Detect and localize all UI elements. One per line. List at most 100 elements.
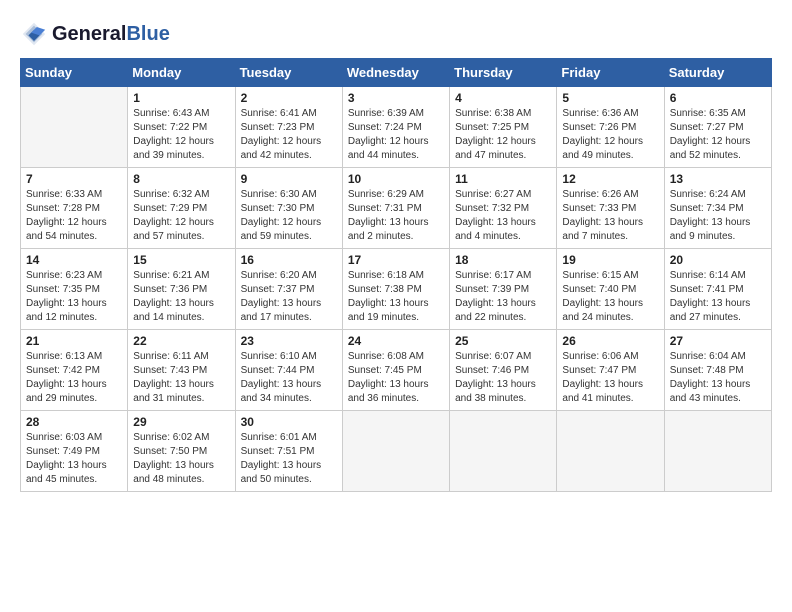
sunset-text: Sunset: 7:28 PM <box>26 202 122 216</box>
cell-info: Sunrise: 6:01 AMSunset: 7:51 PMDaylight:… <box>241 431 337 487</box>
day-number: 30 <box>241 415 337 429</box>
sunset-text: Sunset: 7:25 PM <box>455 121 551 135</box>
sunset-text: Sunset: 7:45 PM <box>348 364 444 378</box>
cell-info: Sunrise: 6:15 AMSunset: 7:40 PMDaylight:… <box>562 269 658 325</box>
sunset-text: Sunset: 7:42 PM <box>26 364 122 378</box>
calendar-cell: 7Sunrise: 6:33 AMSunset: 7:28 PMDaylight… <box>21 168 128 249</box>
logo-text: GeneralBlue <box>52 23 170 46</box>
calendar-cell: 3Sunrise: 6:39 AMSunset: 7:24 PMDaylight… <box>342 87 449 168</box>
logo: GeneralBlue <box>20 20 170 48</box>
sunrise-text: Sunrise: 6:43 AM <box>133 107 229 121</box>
calendar-cell: 16Sunrise: 6:20 AMSunset: 7:37 PMDayligh… <box>235 249 342 330</box>
calendar-cell: 1 Sunrise: 6:43 AMSunset: 7:22 PMDaylight… <box>128 87 235 168</box>
sunset-text: Sunset: 7:35 PM <box>26 283 122 297</box>
daylight-text: Daylight: 13 hours and 2 minutes. <box>348 216 444 244</box>
daylight-text: Daylight: 13 hours and 45 minutes. <box>26 459 122 487</box>
calendar-cell: 9Sunrise: 6:30 AMSunset: 7:30 PMDaylight… <box>235 168 342 249</box>
sunrise-text: Sunrise: 6:39 AM <box>348 107 444 121</box>
sunrise-text: Sunrise: 6:10 AM <box>241 350 337 364</box>
daylight-text: Daylight: 12 hours and 47 minutes. <box>455 135 551 163</box>
day-number: 18 <box>455 253 551 267</box>
day-number: 1 <box>133 91 229 105</box>
sunset-text: Sunset: 7:29 PM <box>133 202 229 216</box>
daylight-text: Daylight: 13 hours and 36 minutes. <box>348 378 444 406</box>
cell-info: Sunrise: 6:41 AMSunset: 7:23 PMDaylight:… <box>241 107 337 163</box>
calendar-cell: 11Sunrise: 6:27 AMSunset: 7:32 PMDayligh… <box>450 168 557 249</box>
day-number: 8 <box>133 172 229 186</box>
sunset-text: Sunset: 7:40 PM <box>562 283 658 297</box>
calendar-cell: 13Sunrise: 6:24 AMSunset: 7:34 PMDayligh… <box>664 168 771 249</box>
calendar-cell: 18 Sunrise: 6:17 AMSunset: 7:39 PMDayligh… <box>450 249 557 330</box>
sunset-text: Sunset: 7:43 PM <box>133 364 229 378</box>
daylight-text: Daylight: 12 hours and 44 minutes. <box>348 135 444 163</box>
calendar-cell <box>450 411 557 492</box>
day-number: 21 <box>26 334 122 348</box>
cell-info: Sunrise: 6:38 AMSunset: 7:25 PMDaylight:… <box>455 107 551 163</box>
sunset-text: Sunset: 7:33 PM <box>562 202 658 216</box>
daylight-text: Daylight: 12 hours and 54 minutes. <box>26 216 122 244</box>
day-header-saturday: Saturday <box>664 59 771 87</box>
cell-info: Sunrise: 6:21 AMSunset: 7:36 PMDaylight:… <box>133 269 229 325</box>
daylight-text: Daylight: 13 hours and 4 minutes. <box>455 216 551 244</box>
calendar-cell: 21 Sunrise: 6:13 AMSunset: 7:42 PMDayligh… <box>21 330 128 411</box>
sunrise-text: Sunrise: 6:11 AM <box>133 350 229 364</box>
sunset-text: Sunset: 7:22 PM <box>133 121 229 135</box>
sunrise-text: Sunrise: 6:14 AM <box>670 269 766 283</box>
day-number: 29 <box>133 415 229 429</box>
day-header-wednesday: Wednesday <box>342 59 449 87</box>
daylight-text: Daylight: 13 hours and 7 minutes. <box>562 216 658 244</box>
sunset-text: Sunset: 7:32 PM <box>455 202 551 216</box>
day-number: 6 <box>670 91 766 105</box>
cell-info: Sunrise: 6:18 AMSunset: 7:38 PMDaylight:… <box>348 269 444 325</box>
cell-info: Sunrise: 6:07 AMSunset: 7:46 PMDaylight:… <box>455 350 551 406</box>
day-number: 25 <box>455 334 551 348</box>
calendar-cell: 12Sunrise: 6:26 AMSunset: 7:33 PMDayligh… <box>557 168 664 249</box>
day-header-tuesday: Tuesday <box>235 59 342 87</box>
calendar-cell: 19 Sunrise: 6:15 AMSunset: 7:40 PMDayligh… <box>557 249 664 330</box>
daylight-text: Daylight: 12 hours and 39 minutes. <box>133 135 229 163</box>
day-number: 24 <box>348 334 444 348</box>
day-number: 10 <box>348 172 444 186</box>
sunset-text: Sunset: 7:44 PM <box>241 364 337 378</box>
sunrise-text: Sunrise: 6:03 AM <box>26 431 122 445</box>
sunrise-text: Sunrise: 6:18 AM <box>348 269 444 283</box>
cell-info: Sunrise: 6:13 AMSunset: 7:42 PMDaylight:… <box>26 350 122 406</box>
daylight-text: Daylight: 13 hours and 34 minutes. <box>241 378 337 406</box>
day-header-friday: Friday <box>557 59 664 87</box>
day-number: 19 <box>562 253 658 267</box>
day-number: 5 <box>562 91 658 105</box>
sunrise-text: Sunrise: 6:02 AM <box>133 431 229 445</box>
cell-info: Sunrise: 6:39 AMSunset: 7:24 PMDaylight:… <box>348 107 444 163</box>
sunrise-text: Sunrise: 6:29 AM <box>348 188 444 202</box>
cell-info: Sunrise: 6:17 AMSunset: 7:39 PMDaylight:… <box>455 269 551 325</box>
calendar-cell: 5Sunrise: 6:36 AMSunset: 7:26 PMDaylight… <box>557 87 664 168</box>
calendar-cell: 8Sunrise: 6:32 AMSunset: 7:29 PMDaylight… <box>128 168 235 249</box>
cell-info: Sunrise: 6:23 AMSunset: 7:35 PMDaylight:… <box>26 269 122 325</box>
calendar-table: SundayMondayTuesdayWednesdayThursdayFrid… <box>20 58 772 492</box>
cell-info: Sunrise: 6:30 AMSunset: 7:30 PMDaylight:… <box>241 188 337 244</box>
day-number: 15 <box>133 253 229 267</box>
sunset-text: Sunset: 7:37 PM <box>241 283 337 297</box>
calendar-week-1: 1Sunrise: 6:43 AMSunset: 7:22 PMDaylight… <box>21 87 772 168</box>
day-number: 20 <box>670 253 766 267</box>
day-number: 23 <box>241 334 337 348</box>
daylight-text: Daylight: 13 hours and 22 minutes. <box>455 297 551 325</box>
cell-info: Sunrise: 6:04 AMSunset: 7:48 PMDaylight:… <box>670 350 766 406</box>
sunrise-text: Sunrise: 6:30 AM <box>241 188 337 202</box>
sunset-text: Sunset: 7:38 PM <box>348 283 444 297</box>
calendar-cell: 15 Sunrise: 6:21 AMSunset: 7:36 PMDayligh… <box>128 249 235 330</box>
daylight-text: Daylight: 12 hours and 42 minutes. <box>241 135 337 163</box>
sunset-text: Sunset: 7:26 PM <box>562 121 658 135</box>
cell-info: Sunrise: 6:33 AMSunset: 7:28 PMDaylight:… <box>26 188 122 244</box>
daylight-text: Daylight: 13 hours and 41 minutes. <box>562 378 658 406</box>
sunset-text: Sunset: 7:51 PM <box>241 445 337 459</box>
sunset-text: Sunset: 7:27 PM <box>670 121 766 135</box>
sunset-text: Sunset: 7:48 PM <box>670 364 766 378</box>
daylight-text: Daylight: 13 hours and 43 minutes. <box>670 378 766 406</box>
calendar-cell: 20Sunrise: 6:14 AMSunset: 7:41 PMDayligh… <box>664 249 771 330</box>
daylight-text: Daylight: 12 hours and 57 minutes. <box>133 216 229 244</box>
calendar-cell: 28Sunrise: 6:03 AMSunset: 7:49 PMDayligh… <box>21 411 128 492</box>
sunrise-text: Sunrise: 6:24 AM <box>670 188 766 202</box>
sunset-text: Sunset: 7:46 PM <box>455 364 551 378</box>
cell-info: Sunrise: 6:06 AMSunset: 7:47 PMDaylight:… <box>562 350 658 406</box>
